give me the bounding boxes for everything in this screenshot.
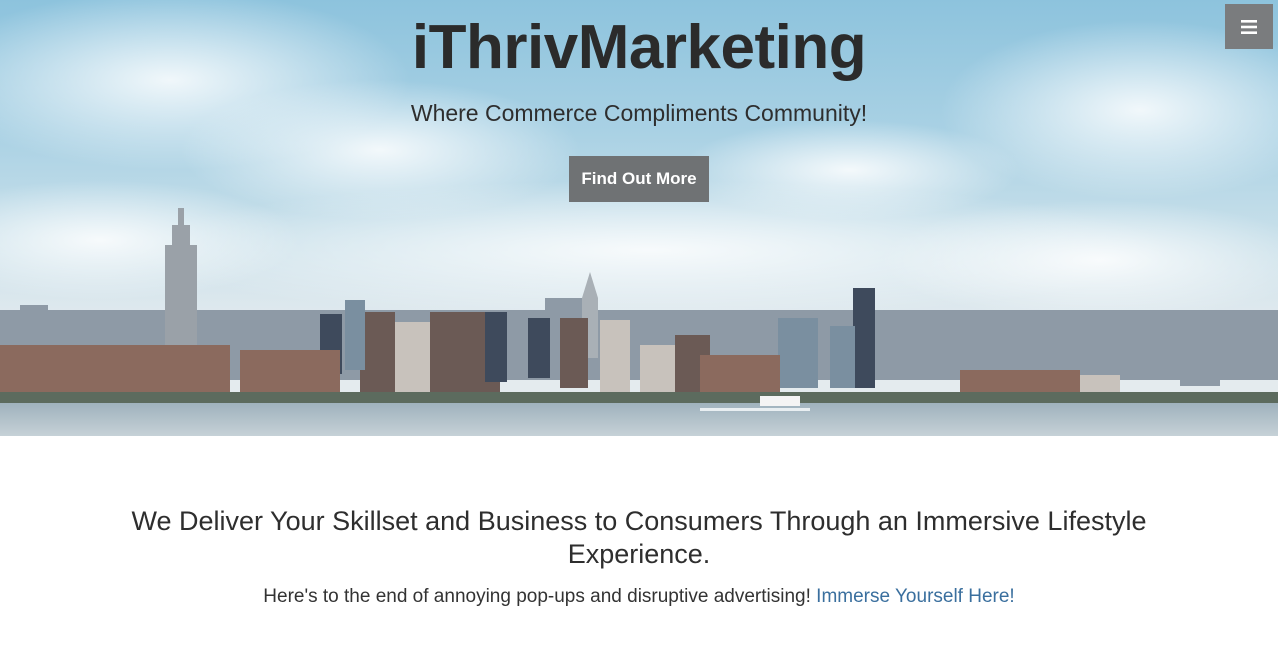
tagline: Where Commerce Compliments Community! [410,100,868,126]
page: iThrivMarketing Where Commerce Complimen… [0,0,1278,658]
hamburger-menu-icon [1241,19,1257,34]
find-out-more-button[interactable]: Find Out More [569,156,709,202]
brand-title: iThrivMarketing [411,13,867,82]
intro-subline: Here's to the end of annoying pop-ups an… [0,584,1278,610]
hero-section: iThrivMarketing Where Commerce Complimen… [0,0,1278,436]
menu-toggle-button[interactable] [1225,4,1273,49]
intro-subline-text: Here's to the end of annoying pop-ups an… [263,586,811,607]
immerse-yourself-link[interactable]: Immerse Yourself Here! [816,586,1015,607]
intro-headline: We Deliver Your Skillset and Business to… [131,506,1147,569]
